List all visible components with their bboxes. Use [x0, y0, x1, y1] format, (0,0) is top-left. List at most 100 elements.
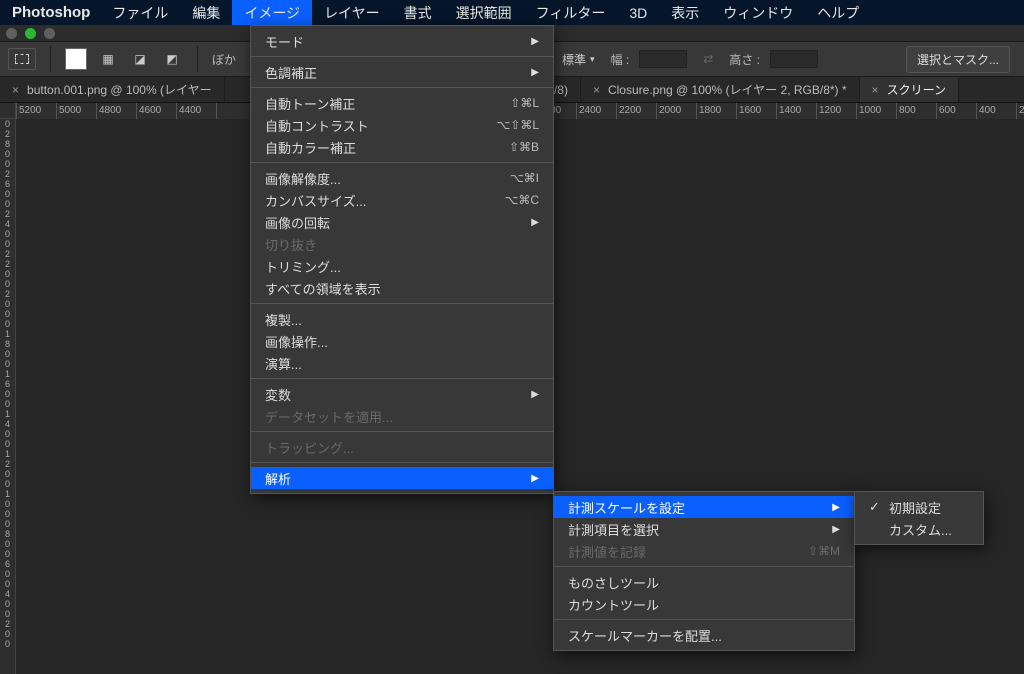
- selection-subtract-icon[interactable]: ◩: [161, 48, 183, 70]
- menu-file[interactable]: ファイル: [100, 0, 180, 25]
- tab-doc-3[interactable]: × Closure.png @ 100% (レイヤー 2, RGB/8*) *: [581, 77, 860, 102]
- ruler-tick: 4800: [96, 103, 136, 119]
- ruler-tick: 5200: [16, 103, 56, 119]
- menu-view[interactable]: 表示: [659, 0, 711, 25]
- image-menu-item[interactable]: 色調補正▶: [251, 61, 553, 83]
- image-menu-item[interactable]: 自動コントラスト⌥⇧⌘L: [251, 114, 553, 136]
- image-menu-item: データセットを適用...: [251, 405, 553, 427]
- chevron-down-icon: ▾: [590, 54, 595, 65]
- divider: [50, 46, 51, 72]
- close-icon[interactable]: ×: [872, 83, 879, 97]
- traffic-min[interactable]: [25, 28, 36, 39]
- ruler-tick: 1000: [856, 103, 896, 119]
- ruler-tick: 0: [0, 389, 15, 399]
- menu-select[interactable]: 選択範囲: [444, 0, 524, 25]
- ruler-tick: 1: [0, 329, 15, 339]
- image-menu-item[interactable]: すべての領域を表示: [251, 277, 553, 299]
- scale-item[interactable]: ✓初期設定: [855, 496, 983, 518]
- menu-edit[interactable]: 編集: [180, 0, 232, 25]
- menu-3d[interactable]: 3D: [617, 0, 659, 25]
- current-tool-icon[interactable]: [8, 48, 36, 70]
- menu-item-label: 画像解像度...: [265, 169, 341, 188]
- menu-item-label: データセットを適用...: [265, 407, 393, 426]
- ruler-tick: 4400: [176, 103, 216, 119]
- analysis-menu-item[interactable]: ものさしツール: [554, 571, 854, 593]
- fill-swatch[interactable]: [65, 48, 87, 70]
- menu-filter[interactable]: フィルター: [524, 0, 618, 25]
- select-and-mask-button[interactable]: 選択とマスク...: [906, 46, 1010, 73]
- submenu-arrow-icon: ▶: [531, 389, 539, 400]
- ruler-tick: 0: [0, 349, 15, 359]
- image-menu-item[interactable]: 演算...: [251, 352, 553, 374]
- ruler-tick: 2: [0, 129, 15, 139]
- analysis-menu-item[interactable]: 計測項目を選択▶: [554, 518, 854, 540]
- submenu-arrow-icon: ▶: [531, 36, 539, 47]
- submenu-arrow-icon: ▶: [832, 502, 840, 513]
- image-menu-item[interactable]: モード ▶: [251, 30, 553, 52]
- menu-image[interactable]: イメージ: [232, 0, 312, 25]
- ruler-corner: [0, 103, 16, 119]
- menu-item-label: トリミング...: [265, 257, 341, 276]
- selection-add-icon[interactable]: ◪: [129, 48, 151, 70]
- image-menu-item[interactable]: 画像操作...: [251, 330, 553, 352]
- swap-icon[interactable]: ⇄: [697, 48, 719, 70]
- ruler-tick: 4: [0, 589, 15, 599]
- image-menu-item[interactable]: カンバスサイズ...⌥⌘C: [251, 189, 553, 211]
- ruler-tick: 0: [0, 149, 15, 159]
- image-menu-item[interactable]: 解析 ▶: [251, 467, 553, 489]
- menu-help[interactable]: ヘルプ: [805, 0, 871, 25]
- ruler-tick: 6: [0, 559, 15, 569]
- mode-dropdown[interactable]: 標準 ▾: [556, 49, 601, 70]
- ruler-tick: 0: [0, 359, 15, 369]
- close-icon[interactable]: ×: [12, 83, 19, 97]
- menu-item-label: 切り抜き: [265, 235, 317, 254]
- ruler-tick: 1: [0, 409, 15, 419]
- ruler-tick: 0: [0, 309, 15, 319]
- menu-item-label: スケールマーカーを配置...: [568, 626, 722, 645]
- menu-type[interactable]: 書式: [392, 0, 444, 25]
- analysis-menu-item[interactable]: 計測スケールを設定▶: [554, 496, 854, 518]
- ruler-tick: 0: [0, 519, 15, 529]
- width-label: 幅 :: [611, 51, 630, 68]
- ruler-tick: 0: [0, 199, 15, 209]
- menu-item-label: カスタム...: [889, 520, 952, 539]
- submenu-arrow-icon: ▶: [531, 473, 539, 484]
- menu-window[interactable]: ウィンドウ: [711, 0, 805, 25]
- menu-item-label: カンバスサイズ...: [265, 191, 366, 210]
- tab-label: スクリーン: [887, 81, 946, 98]
- menu-item-label: 複製...: [265, 310, 302, 329]
- tab-doc-4[interactable]: × スクリーン: [860, 77, 959, 102]
- menu-shortcut: ⇧⌘M: [808, 544, 840, 558]
- image-menu-item[interactable]: 画像の回転▶: [251, 211, 553, 233]
- selection-new-icon[interactable]: ▦: [97, 48, 119, 70]
- close-icon[interactable]: ×: [593, 83, 600, 97]
- menu-item-label: 解析: [265, 469, 291, 488]
- menu-separator: [251, 462, 553, 463]
- menu-separator: [251, 87, 553, 88]
- image-menu-item[interactable]: 自動トーン補正⇧⌘L: [251, 92, 553, 114]
- image-menu-item[interactable]: 画像解像度...⌥⌘I: [251, 167, 553, 189]
- ruler-tick: 2: [0, 209, 15, 219]
- scale-item[interactable]: カスタム...: [855, 518, 983, 540]
- analysis-menu-item[interactable]: カウントツール: [554, 593, 854, 615]
- menu-item-label: モード: [265, 32, 304, 51]
- traffic-close[interactable]: [6, 28, 17, 39]
- tab-doc-1[interactable]: × button.001.png @ 100% (レイヤー: [0, 77, 225, 102]
- image-menu-dropdown: モード ▶ 色調補正▶ 自動トーン補正⇧⌘L自動コントラスト⌥⇧⌘L自動カラー補正⇧⌘…: [250, 25, 554, 494]
- height-input[interactable]: [770, 50, 818, 68]
- image-menu-item[interactable]: 自動カラー補正⇧⌘B: [251, 136, 553, 158]
- ruler-tick: 0: [0, 609, 15, 619]
- traffic-max[interactable]: [44, 28, 55, 39]
- ruler-tick: 0: [0, 439, 15, 449]
- ruler-tick: 4: [0, 219, 15, 229]
- image-menu-item[interactable]: 変数▶: [251, 383, 553, 405]
- menu-item-label: ものさしツール: [568, 573, 659, 592]
- menu-layer[interactable]: レイヤー: [312, 0, 392, 25]
- image-menu-item[interactable]: トリミング...: [251, 255, 553, 277]
- ruler-tick: 0: [0, 429, 15, 439]
- analysis-menu-item[interactable]: スケールマーカーを配置...: [554, 624, 854, 646]
- width-input[interactable]: [639, 50, 687, 68]
- menu-item-label: 計測値を記録: [568, 542, 646, 561]
- image-menu-item[interactable]: 複製...: [251, 308, 553, 330]
- ruler-tick: 0: [0, 509, 15, 519]
